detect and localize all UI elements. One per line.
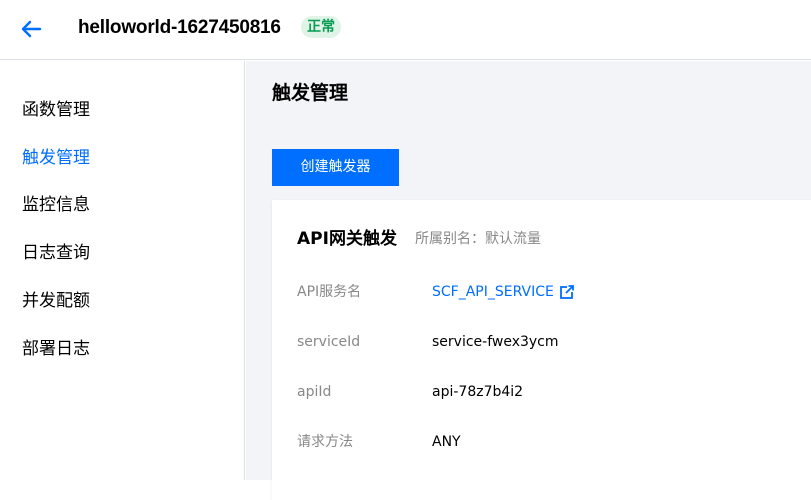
api-service-name-link[interactable]: SCF_API_SERVICE: [432, 282, 574, 302]
sidebar-item-concurrency-quota[interactable]: 并发配额: [22, 288, 90, 314]
trigger-card: API网关触发 所属别名：默认流量 API服务名 SCF_API_SERVICE…: [272, 200, 811, 500]
sidebar-item-trigger-management[interactable]: 触发管理: [22, 145, 90, 171]
external-link-icon[interactable]: [559, 285, 574, 299]
create-trigger-button[interactable]: 创建触发器: [272, 149, 399, 186]
status-badge: 正常: [301, 16, 341, 38]
top-header: helloworld-1627450816 正常: [0, 0, 811, 60]
trigger-alias: 所属别名：默认流量: [415, 231, 541, 247]
trigger-type-title: API网关触发: [297, 229, 397, 249]
page-title: 触发管理: [272, 82, 349, 104]
request-method-label: 请求方法: [297, 434, 353, 450]
sidebar: 函数管理 触发管理 监控信息 日志查询 并发配额 部署日志: [0, 61, 245, 480]
api-id-label: apiId: [297, 384, 332, 400]
service-id-label: serviceId: [297, 334, 361, 350]
function-name-title: helloworld-1627450816: [78, 17, 281, 38]
api-service-name-label: API服务名: [297, 284, 362, 300]
sidebar-item-log-query[interactable]: 日志查询: [22, 240, 90, 266]
back-button[interactable]: [14, 15, 48, 43]
api-service-name-value[interactable]: SCF_API_SERVICE: [432, 282, 554, 302]
arrow-left-icon: [21, 20, 42, 38]
sidebar-item-deploy-log[interactable]: 部署日志: [22, 336, 90, 362]
main-content: 触发管理 创建触发器 API网关触发 所属别名：默认流量 API服务名 SCF_…: [246, 61, 811, 500]
service-id-value: service-fwex3ycm: [432, 334, 559, 350]
request-method-value: ANY: [432, 434, 461, 450]
sidebar-item-function-management[interactable]: 函数管理: [22, 97, 90, 123]
sidebar-item-monitoring[interactable]: 监控信息: [22, 192, 90, 218]
api-id-value: api-78z7b4i2: [432, 384, 524, 400]
